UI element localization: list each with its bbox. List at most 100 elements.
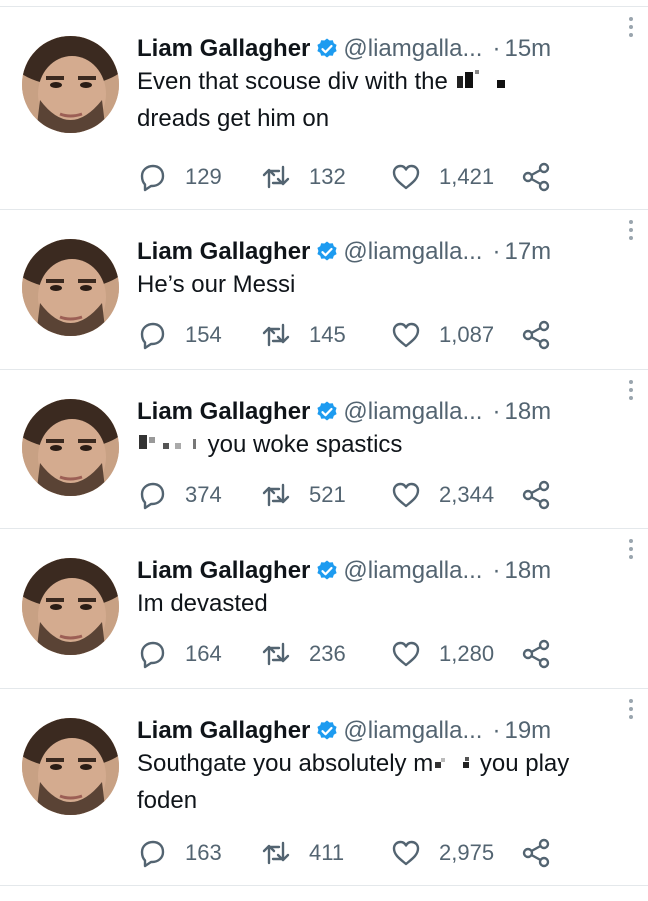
like-icon [392,322,420,348]
retweet-button[interactable]: 521 [261,480,346,510]
censored-text-icon [433,747,473,783]
like-icon [392,482,420,508]
reply-icon [140,482,165,510]
tweet-text-part: foden [137,786,198,814]
tweet[interactable]: Liam Gallagher @liamgalla... · 17m He’s … [0,210,648,370]
verified-badge-icon [315,240,339,264]
timestamp[interactable]: 15m [504,35,551,63]
more-options-icon[interactable] [628,539,634,563]
share-button[interactable] [521,320,551,350]
tweet-actions: 163 411 2,975 [137,838,557,870]
share-icon [522,480,550,510]
like-count: 1,421 [439,164,495,189]
like-button[interactable]: 1,421 [391,162,494,192]
display-name[interactable]: Liam Gallagher [137,238,310,266]
separator-dot: · [492,398,501,425]
user-handle[interactable]: @liamgalla... [343,557,482,585]
tweet-header: Liam Gallagher @liamgalla... · 18m [137,397,634,427]
display-name[interactable]: Liam Gallagher [137,557,310,585]
like-count: 1,087 [439,322,495,347]
share-icon [522,320,550,350]
reply-count: 164 [185,641,222,666]
like-button[interactable]: 1,087 [391,320,494,350]
share-button[interactable] [521,639,551,669]
more-options-icon[interactable] [628,699,634,723]
verified-badge-icon [315,400,339,424]
share-button[interactable] [521,838,551,868]
like-button[interactable]: 1,280 [391,639,494,669]
like-icon [392,164,420,190]
reply-count: 129 [185,164,222,189]
retweet-button[interactable]: 145 [261,320,346,350]
tweet-actions: 164 236 1,280 [137,639,557,671]
tweet-text-part: you woke spastics [201,431,403,458]
display-name[interactable]: Liam Gallagher [137,35,310,63]
tweet[interactable]: Liam Gallagher @liamgalla... · 15m Even … [0,7,648,210]
more-options-icon[interactable] [628,380,634,404]
like-button[interactable]: 2,344 [391,480,494,510]
more-options-icon[interactable] [628,17,634,41]
user-handle[interactable]: @liamgalla... [343,398,482,426]
reply-count: 154 [185,322,222,347]
reply-icon [140,641,165,669]
tweet[interactable]: Liam Gallagher @liamgalla... · 18m Im de… [0,529,648,689]
reply-button[interactable]: 163 [137,838,222,868]
retweet-count: 521 [309,482,346,507]
timestamp[interactable]: 17m [504,238,551,266]
reply-button[interactable]: 164 [137,639,222,669]
share-icon [522,162,550,192]
retweet-icon [262,483,290,507]
retweet-count: 236 [309,641,346,666]
avatar[interactable] [22,239,119,336]
tweet-header: Liam Gallagher @liamgalla... · 15m [137,34,634,64]
share-icon [522,838,550,868]
timestamp[interactable]: 19m [504,717,551,745]
share-button[interactable] [521,162,551,192]
tweet-text-part: Southgate you absolutely m [137,750,434,777]
tweet[interactable]: Liam Gallagher @liamgalla... · 18m you w… [0,370,648,529]
timestamp[interactable]: 18m [504,557,551,585]
reply-icon [140,840,165,868]
retweet-icon [262,642,290,666]
tweet-header: Liam Gallagher @liamgalla... · 19m [137,716,634,746]
retweet-count: 411 [309,840,345,865]
retweet-button[interactable]: 236 [261,639,346,669]
user-handle[interactable]: @liamgalla... [343,717,482,745]
reply-icon [140,322,165,350]
avatar[interactable] [22,558,119,655]
timestamp[interactable]: 18m [504,398,551,426]
retweet-count: 132 [309,164,346,189]
tweet-header: Liam Gallagher @liamgalla... · 17m [137,237,634,267]
retweet-count: 145 [309,322,346,347]
more-options-icon[interactable] [628,220,634,244]
retweet-icon [262,323,290,347]
display-name[interactable]: Liam Gallagher [137,717,310,745]
verified-badge-icon [315,559,339,583]
avatar[interactable] [22,399,119,496]
avatar[interactable] [22,718,119,815]
verified-badge-icon [315,719,339,743]
like-icon [392,641,420,667]
tweet[interactable]: Liam Gallagher @liamgalla... · 19m South… [0,689,648,886]
reply-button[interactable]: 374 [137,480,222,510]
reply-button[interactable]: 129 [137,162,222,192]
share-icon [522,639,550,669]
retweet-button[interactable]: 411 [261,838,344,868]
tweet-text-part: Even that scouse div with the [137,68,455,95]
censored-text-icon [137,428,201,464]
separator-dot: · [492,717,501,744]
like-button[interactable]: 2,975 [391,838,494,868]
user-handle[interactable]: @liamgalla... [343,238,482,266]
avatar[interactable] [22,36,119,133]
tweet-text: He’s our Messi [137,267,634,303]
tweet-text-part: dreads get him on [137,104,330,132]
like-count: 1,280 [439,641,495,666]
display-name[interactable]: Liam Gallagher [137,398,310,426]
reply-count: 374 [185,482,222,507]
reply-button[interactable]: 154 [137,320,222,350]
retweet-button[interactable]: 132 [261,162,346,192]
tweet-text-part: He’s our Messi [137,271,296,298]
share-button[interactable] [521,480,551,510]
user-handle[interactable]: @liamgalla... [343,35,482,63]
tweet-text-part: Im devasted [137,590,268,617]
